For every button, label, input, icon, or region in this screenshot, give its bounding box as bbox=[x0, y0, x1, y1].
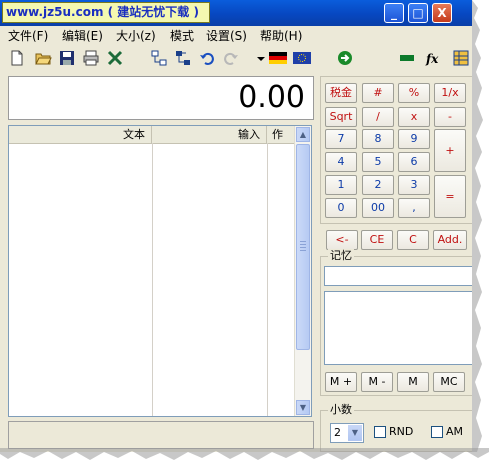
memory-legend: 记忆 bbox=[328, 249, 354, 263]
maximize-icon: □ bbox=[412, 6, 424, 20]
rnd-label: RND bbox=[389, 425, 414, 438]
key-comma[interactable]: , bbox=[398, 198, 430, 218]
fx-icon[interactable]: fx bbox=[424, 49, 442, 67]
display-value: 0.00 bbox=[238, 80, 305, 115]
key-hash[interactable]: # bbox=[362, 83, 394, 103]
key-00[interactable]: 00 bbox=[362, 198, 394, 218]
save-icon[interactable] bbox=[58, 49, 76, 67]
key-9[interactable]: 9 bbox=[398, 129, 430, 149]
key-8[interactable]: 8 bbox=[362, 129, 394, 149]
open-folder-icon[interactable] bbox=[34, 49, 52, 67]
key-0[interactable]: 0 bbox=[325, 198, 357, 218]
redo-icon[interactable] bbox=[222, 49, 240, 67]
key-7[interactable]: 7 bbox=[325, 129, 357, 149]
tree-icon[interactable] bbox=[150, 49, 168, 67]
menu-bar: 文件(F) 编辑(E) 大小(z) 模式 设置(S) 帮助(H) bbox=[0, 26, 472, 46]
key-tax[interactable]: 税金 bbox=[325, 83, 357, 103]
key-clear-entry[interactable]: CE bbox=[361, 230, 393, 250]
key-plus[interactable]: + bbox=[434, 129, 466, 172]
chevron-up-icon: ▲ bbox=[299, 130, 307, 139]
scroll-up-button[interactable]: ▲ bbox=[296, 127, 310, 142]
key-equals[interactable]: = bbox=[434, 175, 466, 218]
tape-header: 文本 输入 作 bbox=[9, 126, 295, 144]
minimize-icon: _ bbox=[391, 6, 397, 20]
key-2[interactable]: 2 bbox=[362, 175, 394, 195]
menu-settings[interactable]: 设置(S) bbox=[206, 28, 247, 44]
rnd-checkbox[interactable] bbox=[374, 426, 386, 438]
am-checkbox[interactable] bbox=[431, 426, 443, 438]
torn-edge-right bbox=[472, 0, 483, 452]
decimals-legend: 小数 bbox=[328, 403, 354, 417]
german-flag-icon[interactable] bbox=[268, 49, 288, 67]
torn-edge-bottom bbox=[0, 448, 489, 460]
menu-help[interactable]: 帮助(H) bbox=[260, 28, 302, 44]
tree-branch-icon[interactable] bbox=[174, 49, 192, 67]
close-button[interactable]: X bbox=[432, 3, 452, 23]
key-clear[interactable]: C bbox=[397, 230, 429, 250]
menu-file[interactable]: 文件(F) bbox=[8, 28, 48, 44]
excel-icon[interactable] bbox=[106, 49, 124, 67]
decimals-value: 2 bbox=[334, 426, 341, 439]
key-minus[interactable]: - bbox=[434, 107, 466, 127]
key-backspace[interactable]: <- bbox=[326, 230, 358, 250]
scroll-thumb[interactable] bbox=[296, 144, 310, 350]
memory-input[interactable] bbox=[324, 266, 472, 286]
chevron-down-icon: ▼ bbox=[348, 425, 362, 441]
green-bar-icon[interactable] bbox=[398, 49, 416, 67]
keypad-panel: 税金 # % 1/x Sqrt / x - 7 8 9 4 5 6 1 2 3 … bbox=[320, 76, 472, 224]
svg-text:fx: fx bbox=[425, 52, 439, 66]
status-bar bbox=[8, 421, 314, 449]
key-4[interactable]: 4 bbox=[325, 152, 357, 172]
column-divider bbox=[267, 143, 268, 416]
toolbar: fx bbox=[0, 46, 472, 70]
column-header-op[interactable]: 作 bbox=[267, 126, 295, 143]
memory-recall-button[interactable]: M bbox=[397, 372, 429, 392]
close-icon: X bbox=[437, 6, 447, 20]
memory-minus-button[interactable]: M - bbox=[361, 372, 393, 392]
decimals-select[interactable]: 2 ▼ bbox=[330, 423, 364, 443]
menu-mode[interactable]: 模式 bbox=[170, 28, 194, 44]
column-divider bbox=[152, 143, 153, 416]
undo-icon[interactable] bbox=[198, 49, 216, 67]
new-file-icon[interactable] bbox=[8, 49, 26, 67]
maximize-button[interactable]: □ bbox=[408, 3, 428, 23]
key-divide[interactable]: / bbox=[362, 107, 394, 127]
memory-plus-button[interactable]: M + bbox=[325, 372, 357, 392]
scroll-down-button[interactable]: ▼ bbox=[296, 400, 310, 415]
calculator-window: www.jz5u.com ( 建站无忧下载 ) _ □ X 文件(F) 编辑(E… bbox=[0, 0, 472, 452]
key-6[interactable]: 6 bbox=[398, 152, 430, 172]
key-reciprocal[interactable]: 1/x bbox=[434, 83, 466, 103]
column-header-input[interactable]: 输入 bbox=[152, 126, 267, 143]
table-icon[interactable] bbox=[452, 49, 470, 67]
memory-list[interactable] bbox=[324, 291, 472, 365]
tape-list[interactable]: 文本 输入 作 ▲ ▼ bbox=[8, 125, 312, 417]
minimize-button[interactable]: _ bbox=[384, 3, 404, 23]
am-label: AM bbox=[446, 425, 464, 438]
eu-flag-icon[interactable] bbox=[292, 49, 312, 67]
key-5[interactable]: 5 bbox=[362, 152, 394, 172]
grip-line bbox=[300, 241, 306, 242]
dropdown-arrow-icon[interactable] bbox=[256, 49, 266, 67]
vertical-scrollbar[interactable]: ▲ ▼ bbox=[294, 126, 311, 416]
column-header-text[interactable]: 文本 bbox=[9, 126, 152, 143]
grip-line bbox=[300, 247, 306, 248]
key-add[interactable]: Add. bbox=[433, 230, 467, 250]
print-icon[interactable] bbox=[82, 49, 100, 67]
key-sqrt[interactable]: Sqrt bbox=[325, 107, 357, 127]
key-percent[interactable]: % bbox=[398, 83, 430, 103]
grip-line bbox=[300, 250, 306, 251]
calculator-display: 0.00 bbox=[8, 76, 314, 120]
key-multiply[interactable]: x bbox=[398, 107, 430, 127]
menu-size[interactable]: 大小(z) bbox=[116, 28, 156, 44]
chevron-down-icon: ▼ bbox=[299, 403, 307, 412]
green-circle-arrow-icon[interactable] bbox=[336, 49, 354, 67]
menu-edit[interactable]: 编辑(E) bbox=[62, 28, 103, 44]
key-3[interactable]: 3 bbox=[398, 175, 430, 195]
window-title: www.jz5u.com ( 建站无忧下载 ) bbox=[2, 2, 210, 23]
grip-line bbox=[300, 244, 306, 245]
key-1[interactable]: 1 bbox=[325, 175, 357, 195]
title-bar[interactable]: www.jz5u.com ( 建站无忧下载 ) _ □ X bbox=[0, 0, 472, 26]
memory-clear-button[interactable]: MC bbox=[433, 372, 465, 392]
